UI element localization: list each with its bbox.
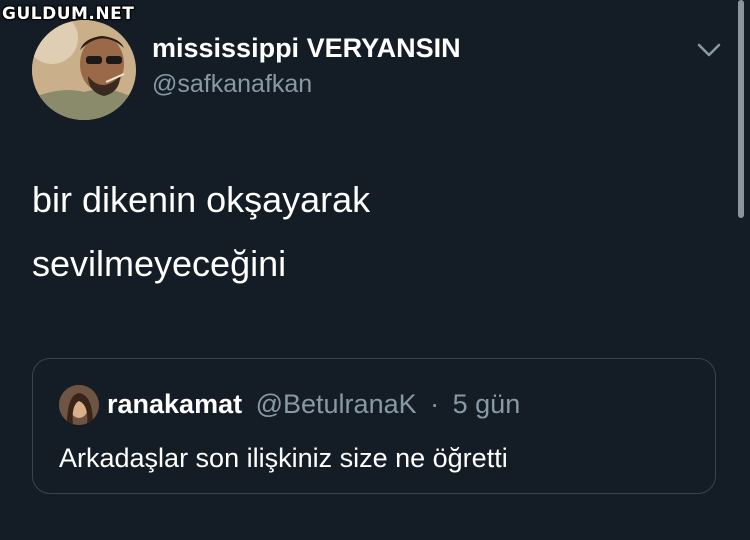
author-name[interactable]: mississippi VERYANSIN <box>152 33 461 64</box>
quoted-tweet-header: ranakamat @BetulranaK · 5 gün <box>107 389 520 420</box>
author-avatar[interactable] <box>32 20 136 120</box>
quoted-author-avatar <box>59 385 99 425</box>
scrollbar[interactable] <box>738 0 744 218</box>
quoted-author-handle: @BetulranaK <box>255 389 417 419</box>
watermark-logo: GULDUM.NET <box>2 4 135 24</box>
tweet-text: bir dikenin okşayarak sevilmeyeceğini <box>32 168 552 296</box>
quoted-tweet-card[interactable]: ranakamat @BetulranaK · 5 gün Arkadaşlar… <box>32 358 716 494</box>
chevron-down-icon[interactable] <box>696 40 722 60</box>
quoted-tweet-text: Arkadaşlar son ilişkiniz size ne öğretti <box>59 443 508 473</box>
author-handle[interactable]: @safkanafkan <box>152 70 312 99</box>
quoted-timestamp[interactable]: 5 gün <box>453 389 521 419</box>
tweet-text-line: sevilmeyeceğini <box>32 243 287 284</box>
quoted-author-name[interactable]: ranakamat <box>107 389 242 419</box>
tweet-text-line: bir dikenin okşayarak <box>32 179 371 220</box>
quoted-separator: · <box>430 389 440 419</box>
